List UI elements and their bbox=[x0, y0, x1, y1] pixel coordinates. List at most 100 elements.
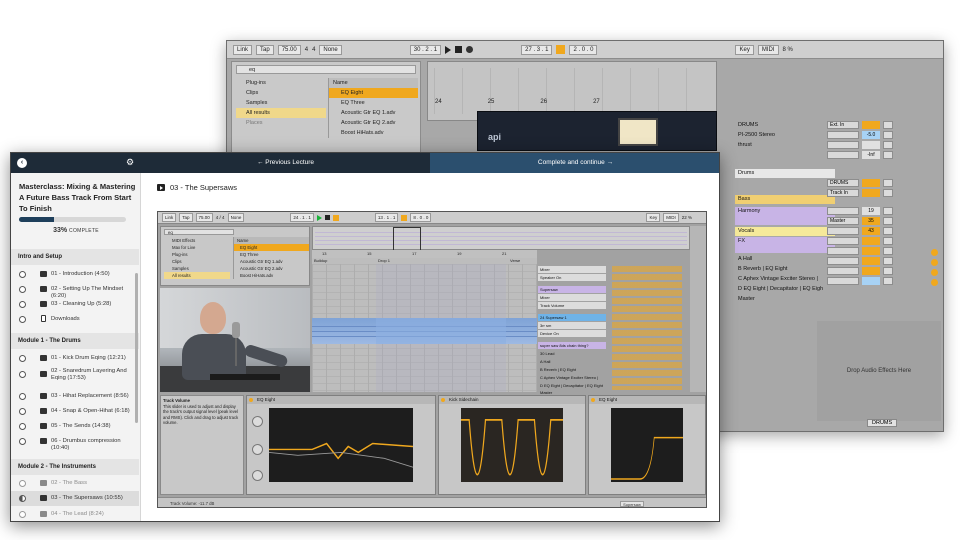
bg-io-select[interactable]: DRUMS bbox=[827, 179, 859, 187]
lesson-item[interactable]: 02 - Snaredrum Layering And Eqing (17:53… bbox=[11, 367, 139, 387]
bg-track-name[interactable]: B Reverb | EQ Eight bbox=[735, 265, 835, 274]
bg-volume-value[interactable]: -Inf bbox=[862, 151, 880, 159]
sidebar-scrollbar[interactable] bbox=[135, 273, 138, 423]
completion-circle-icon[interactable] bbox=[19, 480, 26, 487]
bg-category-item[interactable]: Plug-ins bbox=[236, 78, 326, 88]
bg-link-button[interactable]: Link bbox=[233, 44, 253, 55]
video-icon bbox=[40, 286, 47, 292]
bg-loop-length-field[interactable]: 2 . 0 . 0 bbox=[569, 44, 598, 55]
lesson-item[interactable]: Downloads bbox=[11, 312, 139, 327]
completion-circle-icon[interactable] bbox=[19, 408, 26, 415]
bg-volume-value[interactable]: 43 bbox=[862, 227, 880, 235]
lesson-item[interactable]: 03 - Hihat Replacement (8:56) bbox=[11, 389, 139, 404]
bg-plugin-window[interactable]: api bbox=[477, 111, 717, 151]
bg-category-item[interactable]: All results bbox=[236, 108, 326, 118]
bg-io-select[interactable]: Track In bbox=[827, 189, 859, 197]
video-ruler-label: 19 bbox=[457, 251, 462, 256]
bg-category-item[interactable]: Clips bbox=[236, 88, 326, 98]
bg-quant-select[interactable]: None bbox=[319, 44, 342, 55]
bg-tap-button[interactable]: Tap bbox=[256, 44, 274, 55]
complete-and-continue-button[interactable]: Complete and continue → bbox=[430, 153, 719, 173]
bg-play-icon[interactable] bbox=[445, 45, 452, 54]
lesson-item-current[interactable]: 03 - The Supersaws (10:55) bbox=[11, 491, 139, 506]
bg-track-name[interactable]: thrust bbox=[735, 141, 835, 150]
bg-file-item[interactable]: Boost HiHats.adv bbox=[329, 128, 418, 138]
bg-position-field[interactable]: 30 . 2 . 1 bbox=[409, 44, 442, 55]
bg-file-item[interactable]: EQ Three bbox=[329, 98, 418, 108]
video-track: 3rr sm bbox=[538, 322, 606, 329]
video-position-field: 24 . 1 . 1 bbox=[290, 213, 314, 222]
lesson-item[interactable]: 03 - Cleaning Up (5:28) bbox=[11, 297, 139, 312]
bg-midi-button[interactable]: MIDI bbox=[757, 44, 779, 55]
lesson-item[interactable]: 04 - Snap & Open-Hihat (6:18) bbox=[11, 404, 139, 419]
bg-footer-track[interactable]: DRUMS bbox=[867, 419, 898, 427]
bg-tempo-field[interactable]: 75.00 bbox=[277, 44, 301, 55]
chevron-left-icon[interactable]: ‹ bbox=[17, 158, 27, 168]
bg-track-name[interactable]: FX bbox=[735, 237, 835, 253]
lecture-video[interactable]: Link Tap 75.00 4 / 4 None 24 . 1 . 1 13 … bbox=[157, 211, 707, 508]
bg-sig-den[interactable]: 4 bbox=[312, 47, 315, 53]
bg-record-icon[interactable] bbox=[466, 46, 474, 53]
bg-track-name[interactable]: Vocals bbox=[735, 227, 835, 236]
bg-drop-zone[interactable]: Drop Audio Effects Here bbox=[817, 321, 941, 421]
video-track: D EQ Eight | Decapitator | EQ Eight bbox=[540, 383, 603, 388]
bg-file-item[interactable]: Acoustic Gtr EQ 1.adv bbox=[329, 108, 418, 118]
video-transport-bar: Link Tap 75.00 4 / 4 None 24 . 1 . 1 13 … bbox=[158, 212, 706, 224]
bg-ruler-label: 26 bbox=[540, 99, 548, 105]
bg-file-item[interactable]: EQ Eight bbox=[329, 88, 418, 98]
bg-volume-value[interactable]: 19 bbox=[862, 207, 880, 215]
section-header[interactable]: Module 1 - The Drums bbox=[11, 333, 139, 349]
bg-file-item[interactable]: Acoustic Gtr EQ 2.adv bbox=[329, 118, 418, 128]
completion-circle-icon[interactable] bbox=[19, 371, 26, 378]
bg-stop-icon[interactable] bbox=[455, 46, 463, 53]
completion-circle-icon[interactable] bbox=[19, 286, 26, 293]
lesson-item[interactable]: 02 - Setting Up The Mindset (6:20) bbox=[11, 282, 139, 299]
lecture-title: 03 - The Supersaws bbox=[170, 183, 237, 192]
completion-circle-icon[interactable] bbox=[19, 316, 26, 323]
bg-track-name[interactable]: C Aphex Vintage Exciter Stereo | bbox=[735, 275, 835, 284]
bg-key-button[interactable]: Key bbox=[735, 44, 754, 55]
lesson-item[interactable]: 02 - The Bass bbox=[11, 476, 139, 491]
bg-loop-icon[interactable] bbox=[556, 45, 566, 54]
video-icon bbox=[40, 438, 47, 444]
previous-lecture-button[interactable]: ← Previous Lecture bbox=[141, 153, 430, 173]
bg-io-select[interactable]: Master bbox=[827, 217, 859, 225]
bg-sig-num[interactable]: 4 bbox=[305, 47, 308, 53]
lesson-label: 03 - Hihat Replacement (8:56) bbox=[51, 393, 129, 399]
completion-circle-icon[interactable] bbox=[19, 271, 26, 278]
completion-circle-icon[interactable] bbox=[19, 355, 26, 362]
section-header[interactable]: Intro and Setup bbox=[11, 249, 139, 265]
lesson-item[interactable]: 04 - The Lead (8:24) bbox=[11, 507, 139, 521]
bg-volume-value[interactable]: 35 bbox=[862, 217, 880, 225]
bg-track-name[interactable]: Harmony bbox=[735, 207, 835, 225]
bg-loop-start-field[interactable]: 27 . 3 . 1 bbox=[521, 44, 553, 55]
bg-track-name[interactable]: Master bbox=[735, 295, 835, 304]
bg-browser-search[interactable]: eq bbox=[236, 65, 416, 74]
completion-circle-icon[interactable] bbox=[19, 438, 26, 445]
lesson-item[interactable]: 01 - Kick Drum Eqing (12:21) bbox=[11, 351, 139, 366]
completion-circle-icon[interactable] bbox=[19, 393, 26, 400]
bg-ruler-label: 25 bbox=[487, 99, 495, 105]
gear-icon[interactable]: ⚙ bbox=[126, 157, 134, 168]
bg-category-item[interactable]: Samples bbox=[236, 98, 326, 108]
completion-circle-icon[interactable] bbox=[19, 495, 26, 502]
completion-circle-icon[interactable] bbox=[19, 423, 26, 430]
bg-track-name[interactable]: D EQ Eight | Decapitator | EQ Eigh bbox=[735, 285, 835, 294]
bg-send-dots bbox=[931, 249, 939, 289]
video-icon bbox=[157, 184, 165, 191]
bg-track-name[interactable]: PI-2500 Stereo bbox=[735, 131, 835, 140]
bg-track-name[interactable]: Bass bbox=[735, 195, 835, 204]
bg-io-select[interactable]: Ext. In bbox=[827, 121, 859, 129]
lesson-item[interactable]: 06 - Drumbus compression (10:40) bbox=[11, 434, 139, 451]
video-icon bbox=[40, 408, 47, 414]
section-header[interactable]: Module 2 - The Instruments bbox=[11, 459, 139, 475]
lesson-item[interactable]: 05 - The Sends (14:38) bbox=[11, 419, 139, 434]
completion-circle-icon[interactable] bbox=[19, 301, 26, 308]
bg-track-name[interactable]: DRUMS bbox=[735, 121, 835, 130]
bg-volume-value[interactable]: -5.0 bbox=[862, 131, 880, 139]
lesson-item[interactable]: 01 - Introduction (4:50) bbox=[11, 267, 139, 282]
bg-track-name[interactable]: A Hall bbox=[735, 255, 835, 264]
completion-circle-icon[interactable] bbox=[19, 511, 26, 518]
course-player-window: ‹ ⚙ ← Previous Lecture Complete and cont… bbox=[10, 152, 720, 522]
bg-track-name[interactable]: Drums bbox=[735, 169, 835, 178]
